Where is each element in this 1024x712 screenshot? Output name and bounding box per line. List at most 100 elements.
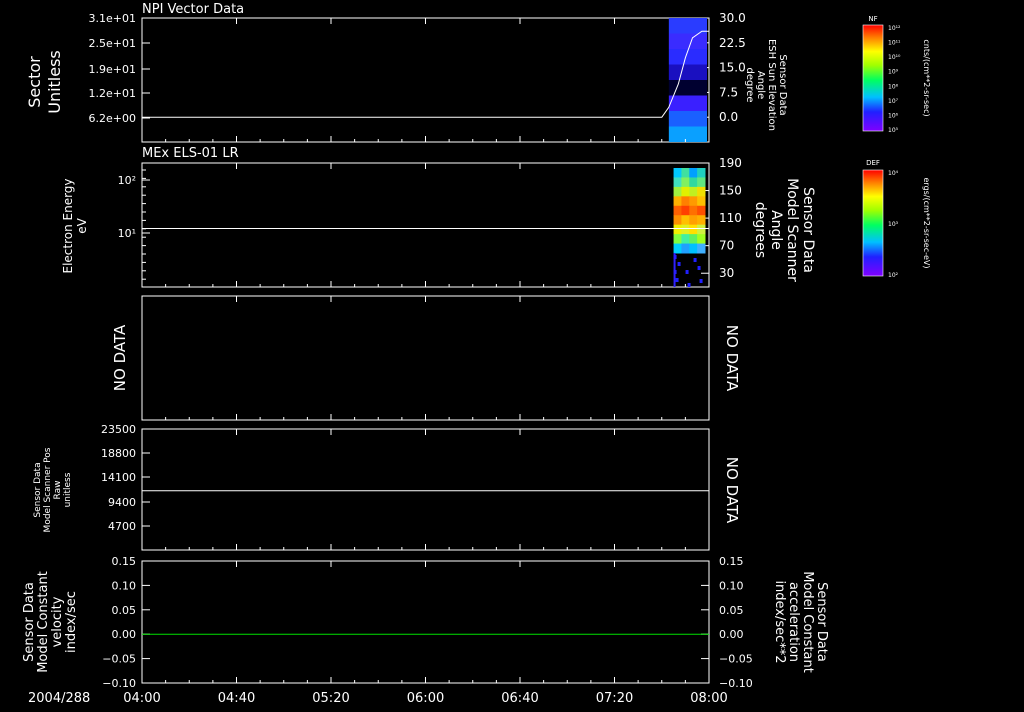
spectrogram-cell [673, 177, 682, 188]
right-tick-label: 30 [719, 266, 734, 280]
panel-3: NO DATA NO DATA [111, 295, 741, 421]
right-tick-label: −0.05 [719, 653, 753, 666]
panel-2-right-label-1: Sensor Data [800, 187, 816, 273]
y-tick-label: 0.15 [112, 555, 137, 568]
colorbar-tick-label: 10⁹ [888, 69, 899, 76]
panel-4-ylabel-line3: Raw [53, 481, 63, 500]
right-tick-label: 15.0 [719, 61, 746, 75]
spectrogram-cell [681, 205, 690, 216]
spectrogram-cell [673, 243, 682, 254]
colorbar-def-ticks: 10⁴ 10³ 10² [888, 170, 899, 279]
spectrogram-cell [689, 186, 698, 197]
spectrogram-cell [697, 215, 706, 226]
y-tick-label: −0.10 [102, 677, 136, 690]
spectrogram-cell [689, 168, 698, 178]
panel-2-right-label-3: Angle [768, 210, 784, 250]
colorbar-tick-label: 10⁸ [888, 83, 899, 90]
panel-5-left-axis: 0.15 0.10 0.05 0.00 −0.05 −0.10 [102, 555, 150, 690]
panel-5-frame [141, 560, 710, 684]
time-tick-label: 08:00 [690, 691, 727, 706]
colorbar-def-title: DEF [866, 159, 880, 167]
panel-1-series-line [142, 30, 709, 118]
time-tick-labels: 04:00 04:40 05:20 06:00 06:40 07:20 08:00 [123, 691, 727, 706]
right-tick-label: 7.5 [719, 85, 738, 99]
colorbar-def-unit: ergs/(cm**2-sr-sec-eV) [922, 177, 931, 268]
panel-1-right-label-1: Sensor Data [777, 54, 788, 115]
y-tick-label: 0.05 [112, 604, 137, 617]
colorbar-tick-label: 10¹⁰ [888, 54, 901, 61]
spectrogram-cell [673, 234, 682, 245]
spectrogram-cell [697, 205, 706, 216]
spectrogram-bin [668, 64, 707, 80]
spectrogram-cell [699, 279, 703, 283]
spectrogram-cell [677, 262, 681, 266]
right-tick-label: 150 [719, 184, 742, 198]
right-tick-label: −0.10 [719, 677, 753, 690]
spectrogram-cell [697, 234, 706, 245]
spectrogram-cell [697, 224, 706, 235]
y-tick-label: 6.2e+00 [89, 112, 136, 125]
colorbar-nf-unit: cnts/(cm**2-sr-sec) [922, 39, 931, 116]
panel-4-left-axis: 23500 18800 14100 9400 4700 [101, 423, 150, 533]
y-tick-label: 1.9e+01 [89, 63, 136, 76]
colorbar-tick-label: 10¹¹ [888, 40, 901, 47]
y-tick-label: 4700 [108, 520, 136, 533]
panel-2-left-axis: 10² 10¹ [118, 169, 150, 280]
spectrogram-cell [681, 186, 690, 197]
spectrogram-cell [673, 186, 682, 197]
spectrogram-cell [689, 243, 698, 254]
panel-5-right-label-2: Model Constant [800, 571, 815, 673]
plot-canvas: NPI Vector Data 3.1e+01 2.5e+01 1.9e+01 1.2… [22, 2, 931, 706]
panel-1-right-label-2: ESH Sun Elevation [766, 39, 777, 131]
y-tick-label: 23500 [101, 423, 136, 436]
spectrogram-cell [673, 205, 682, 216]
right-tick-label: 110 [719, 211, 742, 225]
spectrogram-cell [681, 168, 690, 178]
time-tick-label: 04:40 [218, 691, 255, 706]
spectrogram-cell [697, 177, 706, 188]
colorbar-tick-label: 10² [888, 272, 899, 279]
panel-3-no-data-left: NO DATA [111, 324, 129, 391]
panel-2-frame [141, 162, 710, 288]
panel-5-right-label-3: acceleration [786, 582, 801, 662]
panel-4-ylabel-line1: Sensor Data [33, 462, 43, 517]
spectrogram-cell [681, 196, 690, 207]
right-tick-label: 0.15 [719, 555, 744, 568]
colorbar-tick-label: 10⁴ [888, 170, 899, 177]
spectrogram-bin [668, 126, 707, 142]
right-tick-label: 190 [719, 156, 742, 170]
panel-1-ylabel-line1: Sector [25, 56, 44, 108]
panel-2-ylabel-line2: eV [75, 217, 89, 233]
panel-1-spectrogram [668, 18, 707, 142]
y-tick-label: 3.1e+01 [89, 12, 136, 25]
spectrogram-cell [689, 177, 698, 188]
panel-2-right-label-4: degrees [752, 202, 768, 258]
colorbar-nf-title: NF [868, 15, 877, 23]
spectrogram-cell [689, 234, 698, 245]
right-tick-label: 0.00 [719, 628, 744, 641]
spectrogram-bin [668, 95, 707, 111]
date-label: 2004/288 [28, 691, 90, 706]
panel-5-right-label-1: Sensor Data [814, 582, 829, 662]
colorbar-def: DEF 10⁴ 10³ 10² ergs/(cm**2-sr-sec-eV) [862, 159, 931, 279]
right-tick-label: 22.5 [719, 36, 746, 50]
panel-1-right-label-3: Angle [755, 71, 766, 99]
spectrogram-cell [689, 215, 698, 226]
panel-4-ylabel-line4: unitless [63, 472, 73, 507]
spectrogram-cell [675, 278, 679, 282]
panel-2-spectrogram [673, 168, 706, 287]
colorbar-nf: NF 10¹² 10¹¹ 10¹⁰ 10⁹ 10⁸ 10⁷ 10⁶ 10⁵ cnts/(cm*… [862, 15, 931, 134]
right-tick-label: 0.05 [719, 604, 744, 617]
spectrogram-cell [681, 234, 690, 245]
panel-4-ylabel-line2: Model Scanner Pos [43, 447, 53, 532]
spectrogram-cell [673, 215, 682, 226]
y-tick-label: 10¹ [118, 227, 136, 240]
spectrogram-cell [689, 196, 698, 207]
y-tick-label: 9400 [108, 496, 136, 509]
spectrogram-cell [685, 270, 689, 274]
panel-4-no-data-right: NO DATA [723, 457, 741, 524]
y-tick-label: 18800 [101, 447, 136, 460]
panel-5-right-label-4: index/sec**2 [772, 580, 787, 663]
right-tick-label: 70 [719, 239, 734, 253]
colorbar-nf-gradient [862, 24, 884, 132]
